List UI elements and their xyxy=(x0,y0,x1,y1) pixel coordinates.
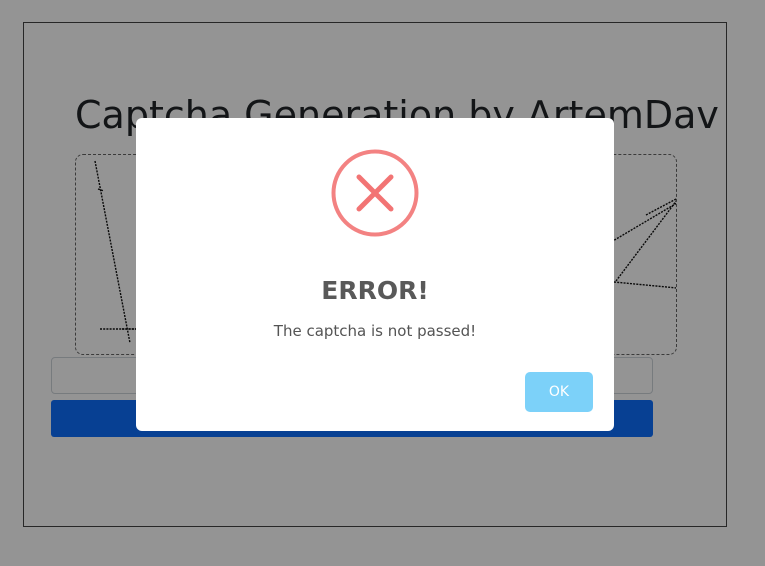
error-dialog: ERROR! The captcha is not passed! OK xyxy=(136,118,614,431)
ok-button[interactable]: OK xyxy=(525,372,593,412)
error-x-icon xyxy=(331,149,419,237)
dialog-message: The captcha is not passed! xyxy=(273,322,477,340)
dialog-title: ERROR! xyxy=(321,276,429,305)
